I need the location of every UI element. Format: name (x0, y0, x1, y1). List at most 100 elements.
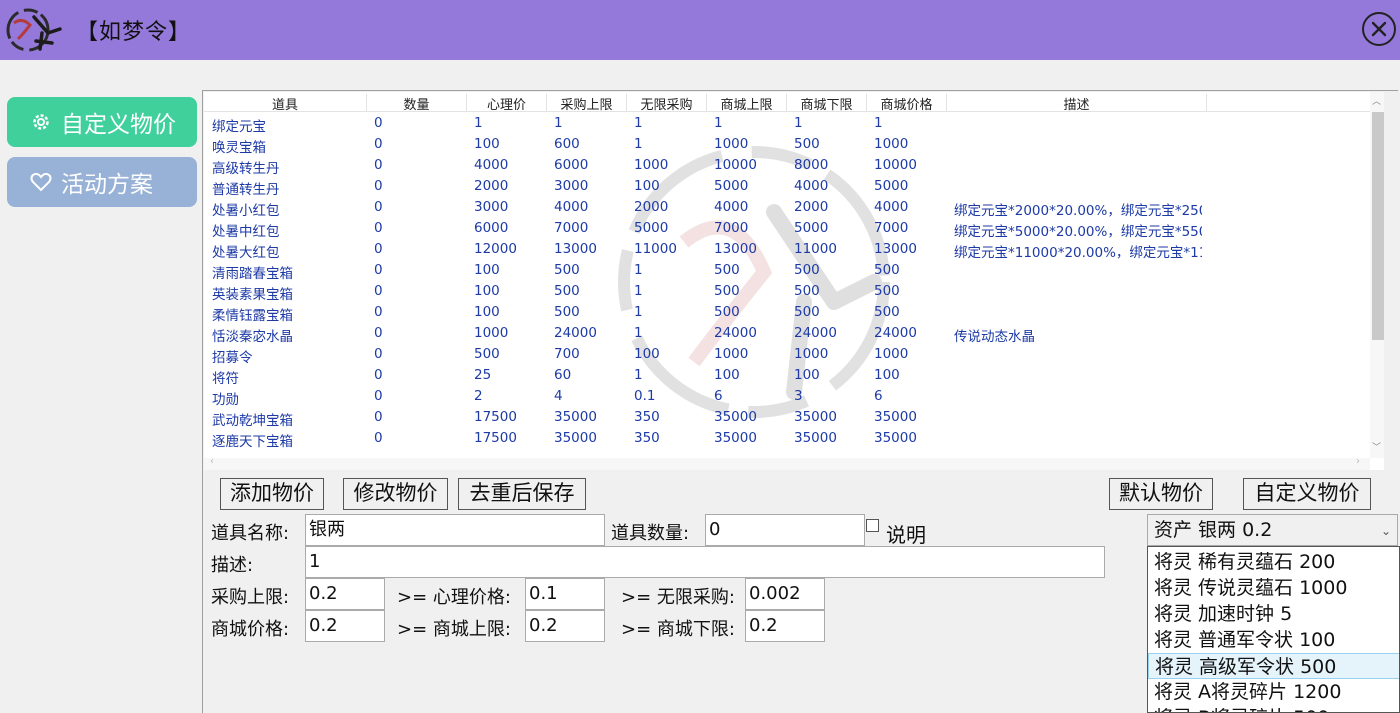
table-cell: 0 (374, 220, 383, 236)
asset-dropdown-list[interactable]: 将灵 稀有灵蕴石 200 将灵 传说灵蕴石 1000 将灵 加速时钟 5 将灵 普通军… (1147, 546, 1400, 713)
explain-checkbox[interactable] (866, 519, 879, 532)
item-qty-input[interactable]: 0 (705, 514, 865, 546)
item-name-label: 道具名称: (211, 523, 290, 544)
table-cell: 350 (634, 430, 660, 446)
column-header[interactable]: 商城下限 (787, 94, 867, 113)
sidebar-item-event-plan[interactable]: 活动方案 (7, 157, 197, 207)
table-row[interactable]: 招募令 0 500 700 100 1000 1000 1000 (204, 344, 1370, 366)
table-row[interactable]: 普通转生丹 0 2000 3000 100 5000 4000 5000 (204, 176, 1370, 198)
chevron-down-icon[interactable]: ⌄ (1381, 519, 1391, 543)
horizontal-scrollbar[interactable]: ‹ › (204, 456, 1370, 470)
table-cell: 35000 (794, 430, 837, 446)
add-price-button[interactable]: 添加物价 (220, 478, 324, 510)
table-cell: 24000 (874, 325, 917, 341)
table-cell: 5000 (794, 220, 829, 236)
asset-option[interactable]: 将灵 A将灵碎片 1200 (1148, 679, 1399, 705)
psych-price-input[interactable]: 0.1 (525, 578, 605, 610)
table-cell: 2000 (474, 178, 509, 194)
mall-price-input[interactable]: 0.2 (305, 610, 385, 642)
explain-label: 说明 (886, 523, 926, 547)
asset-select[interactable]: 资产 银两 0.2 ⌄ (1147, 514, 1398, 546)
table-cell: 1 (794, 115, 803, 131)
scroll-down-icon[interactable]: ﹀ (1372, 440, 1381, 453)
column-header[interactable]: 无限采购 (627, 94, 707, 113)
buy-limit-input[interactable]: 0.2 (305, 578, 385, 610)
table-cell: 100 (634, 178, 660, 194)
table-row[interactable]: 高级转生丹 0 4000 6000 1000 10000 8000 10000 (204, 155, 1370, 177)
column-header[interactable]: 道具 (204, 94, 367, 113)
desc-input[interactable]: 1 (305, 546, 1105, 578)
asset-option[interactable]: 将灵 B将灵碎片 500 (1148, 705, 1399, 712)
asset-option[interactable]: 将灵 传说灵蕴石 1000 (1148, 575, 1399, 601)
table-cell: 500 (794, 304, 820, 320)
table-row[interactable]: 逐鹿天下宝箱 0 17500 35000 350 35000 35000 35000 (204, 428, 1370, 450)
table-cell: 100 (474, 304, 500, 320)
table-row[interactable]: 清雨踏春宝箱 0 100 500 1 500 500 500 (204, 260, 1370, 282)
item-name-input[interactable]: 银两 (305, 514, 605, 546)
unlimited-buy-input[interactable]: 0.002 (745, 578, 825, 610)
ink-calligraphy-logo-icon (4, 3, 66, 57)
table-cell: 0 (374, 136, 383, 152)
table-cell: 500 (554, 283, 580, 299)
column-header[interactable]: 商城价格 (867, 94, 947, 113)
price-table[interactable]: 道具 数量 心理价 采购上限 无限采购 商城上限 商城下限 商城价格 描述 绑定元宝 0 1 1 1 1 1… (204, 92, 1384, 470)
default-price-button[interactable]: 默认物价 (1109, 478, 1213, 510)
column-header[interactable]: 心理价 (467, 94, 547, 113)
table-cell: 恬淡秦宓水晶 (212, 329, 293, 345)
scroll-left-icon[interactable]: ‹ (210, 456, 214, 467)
table-cell: 10000 (714, 157, 757, 173)
table-cell: 24000 (794, 325, 837, 341)
asset-option[interactable]: 将灵 加速时钟 5 (1148, 601, 1399, 627)
sidebar-item-label: 活动方案 (61, 172, 153, 198)
table-header: 道具 数量 心理价 采购上限 无限采购 商城上限 商城下限 商城价格 描述 (204, 92, 1370, 113)
scroll-up-icon[interactable]: ︿ (1372, 94, 1381, 107)
table-cell: 0 (374, 178, 383, 194)
asset-option[interactable]: 将灵 稀有灵蕴石 200 (1148, 549, 1399, 575)
table-row[interactable]: 恬淡秦宓水晶 0 1000 24000 1 24000 24000 24000 传说动态水晶 (204, 323, 1370, 345)
table-cell: 4000 (794, 178, 829, 194)
table-cell: 1 (634, 283, 643, 299)
table-cell: 处暑中红包 (212, 224, 280, 240)
table-cell: 13000 (874, 241, 917, 257)
table-cell: 绑定元宝*11000*20.00%，绑定元宝*1150 (954, 245, 1202, 261)
table-cell: 60 (554, 367, 572, 383)
table-row[interactable]: 处暑大红包 0 12000 13000 11000 13000 11000 13000 绑定元宝… (204, 239, 1370, 261)
mall-upper-input[interactable]: 0.2 (525, 610, 605, 642)
table-row[interactable]: 唤灵宝箱 0 100 600 1 1000 500 1000 (204, 134, 1370, 156)
table-body[interactable]: 绑定元宝 0 1 1 1 1 1 1 唤灵宝箱 0 100 600 1 1000 500 1000 高级转生丹 0… (204, 113, 1370, 458)
modify-price-button[interactable]: 修改物价 (343, 478, 448, 510)
column-header[interactable]: 描述 (947, 94, 1207, 113)
mall-lower-input[interactable]: 0.2 (745, 610, 825, 642)
scroll-right-icon[interactable]: › (1356, 456, 1360, 467)
table-cell: 清雨踏春宝箱 (212, 266, 293, 282)
scrollbar-thumb[interactable] (1372, 112, 1384, 340)
table-cell: 1 (634, 367, 643, 383)
table-cell: 500 (874, 304, 900, 320)
table-cell: 1000 (634, 157, 669, 173)
table-row[interactable]: 功勋 0 2 4 0.1 6 3 6 (204, 386, 1370, 408)
table-row[interactable]: 绑定元宝 0 1 1 1 1 1 1 (204, 113, 1370, 135)
table-cell: 100 (474, 283, 500, 299)
vertical-scrollbar[interactable]: ︿ ﹀ (1370, 92, 1384, 458)
table-cell: 传说动态水晶 (954, 329, 1035, 345)
asset-option[interactable]: 将灵 高级军令状 500 (1148, 653, 1399, 679)
table-row[interactable]: 处暑小红包 0 3000 4000 2000 4000 2000 4000 绑定元宝*2000*… (204, 197, 1370, 219)
column-header[interactable]: 商城上限 (707, 94, 787, 113)
title-bar: 【如梦令】 (0, 0, 1400, 60)
table-cell: 4000 (554, 199, 589, 215)
close-button[interactable] (1362, 12, 1396, 46)
table-row[interactable]: 柔情钰露宝箱 0 100 500 1 500 500 500 (204, 302, 1370, 324)
sidebar-item-custom-price[interactable]: 自定义物价 (7, 97, 197, 147)
dedupe-save-button[interactable]: 去重后保存 (458, 478, 586, 510)
table-row[interactable]: 英装素果宝箱 0 100 500 1 500 500 500 (204, 281, 1370, 303)
column-header[interactable]: 数量 (367, 94, 467, 113)
table-row[interactable]: 将符 0 25 60 1 100 100 100 (204, 365, 1370, 387)
table-cell: 35000 (554, 409, 597, 425)
column-header[interactable]: 采购上限 (547, 94, 627, 113)
table-row[interactable]: 武动乾坤宝箱 0 17500 35000 350 35000 35000 35000 (204, 407, 1370, 429)
custom-price-button[interactable]: 自定义物价 (1243, 478, 1371, 510)
asset-option[interactable]: 将灵 普通军令状 100 (1148, 627, 1399, 653)
table-cell: 1000 (714, 136, 749, 152)
table-cell: 25 (474, 367, 492, 383)
table-row[interactable]: 处暑中红包 0 6000 7000 5000 7000 5000 7000 绑定元宝*5000*… (204, 218, 1370, 240)
